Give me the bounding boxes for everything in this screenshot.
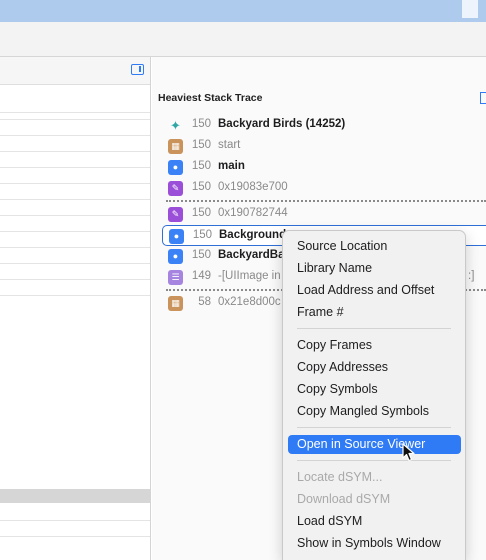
- context-menu: Source Location Library Name Load Addres…: [282, 230, 466, 560]
- menu-item-copy-symbols[interactable]: Copy Symbols: [288, 380, 461, 399]
- frame-name: Backyard Birds (14252): [218, 118, 346, 130]
- row-divider: [0, 520, 150, 521]
- menu-item-frame-number[interactable]: Frame #: [288, 303, 461, 322]
- user-icon: ●: [169, 229, 184, 244]
- row-divider: [0, 247, 150, 248]
- call-tree-pane: [0, 57, 151, 560]
- frame-name: 0x19083e700: [218, 181, 288, 193]
- row-divider: [0, 119, 150, 120]
- menu-item-library-name[interactable]: Library Name: [288, 259, 461, 278]
- menu-separator: [297, 460, 451, 461]
- frame-count: 58: [198, 296, 211, 308]
- menu-item-copy-frames[interactable]: Copy Frames: [288, 336, 461, 355]
- menu-item-copy-mangled-symbols[interactable]: Copy Mangled Symbols: [288, 402, 461, 421]
- menu-item-source-location[interactable]: Source Location: [288, 237, 461, 256]
- frame-count: 150: [191, 207, 211, 219]
- frame-name: Background: [219, 229, 287, 241]
- library-icon: ▦: [168, 296, 183, 311]
- library-icon: ▦: [168, 139, 183, 154]
- purple-pen-icon: ✎: [168, 207, 183, 222]
- toolbar: [0, 22, 486, 57]
- row-divider: [0, 215, 150, 216]
- stack-frame[interactable]: ✦ 150 Backyard Birds (14252): [162, 115, 486, 136]
- frame-count: 150: [191, 249, 211, 261]
- hummingbird-icon: ✦: [170, 118, 181, 133]
- collapsed-frames-separator: [166, 200, 486, 202]
- row-divider: [0, 279, 150, 280]
- frame-count: 150: [191, 139, 211, 151]
- call-tree-header: [0, 57, 150, 85]
- row-divider: [0, 536, 150, 537]
- frame-count: 149: [191, 270, 211, 282]
- menu-item-copy-addresses[interactable]: Copy Addresses: [288, 358, 461, 377]
- user-icon: ●: [168, 160, 183, 175]
- row-divider: [0, 231, 150, 232]
- frame-count: 150: [191, 181, 211, 193]
- mouse-pointer-icon: [402, 443, 415, 462]
- selected-row-band: [0, 489, 150, 503]
- inspector-toggle-icon[interactable]: [480, 92, 486, 104]
- menu-item-download-dsym: Download dSYM: [297, 492, 391, 506]
- menu-item-open-in-source-viewer[interactable]: Open in Source Viewer: [288, 435, 461, 454]
- row-divider: [0, 263, 150, 264]
- row-divider: [0, 167, 150, 168]
- menu-separator: [297, 328, 451, 329]
- frame-name: start: [218, 139, 241, 151]
- stack-frame[interactable]: ▦ 150 start: [162, 136, 486, 157]
- row-divider: [0, 151, 150, 152]
- menu-separator: [297, 427, 451, 428]
- stack-frame[interactable]: ● 150 main: [162, 157, 486, 178]
- window-title-bar: [0, 0, 486, 22]
- panel-title: Heaviest Stack Trace: [158, 92, 263, 104]
- frame-count: 150: [191, 118, 211, 130]
- row-divider: [0, 183, 150, 184]
- user-icon: ●: [168, 249, 183, 264]
- stack-frame[interactable]: ✎ 150 0x190782744: [162, 204, 486, 225]
- title-bar-corner: [462, 0, 478, 18]
- frame-name: 0x21e8d00c: [218, 296, 281, 308]
- menu-item-locate-dsym: Locate dSYM...: [297, 470, 383, 484]
- frame-name-trail: :]: [468, 270, 475, 282]
- frame-count: 150: [192, 229, 212, 241]
- layers-icon: ☰: [168, 270, 183, 285]
- menu-item-show-in-symbols-window[interactable]: Show in Symbols Window: [288, 534, 461, 553]
- frame-name: -[UIImage in: [218, 270, 281, 282]
- purple-pen-icon: ✎: [168, 181, 183, 196]
- row-divider: [0, 112, 150, 113]
- row-divider: [0, 199, 150, 200]
- row-divider: [0, 295, 150, 296]
- row-divider: [0, 135, 150, 136]
- frame-count: 150: [191, 160, 211, 172]
- stack-frame[interactable]: ✎ 150 0x19083e700: [162, 178, 486, 199]
- menu-item-load-dsym[interactable]: Load dSYM: [288, 512, 461, 531]
- sidebar-toggle-icon[interactable]: [131, 64, 144, 75]
- frame-name: 0x190782744: [218, 207, 288, 219]
- menu-item-load-address[interactable]: Load Address and Offset: [288, 281, 461, 300]
- frame-name: BackyardBa: [218, 249, 285, 261]
- frame-name: main: [218, 160, 245, 172]
